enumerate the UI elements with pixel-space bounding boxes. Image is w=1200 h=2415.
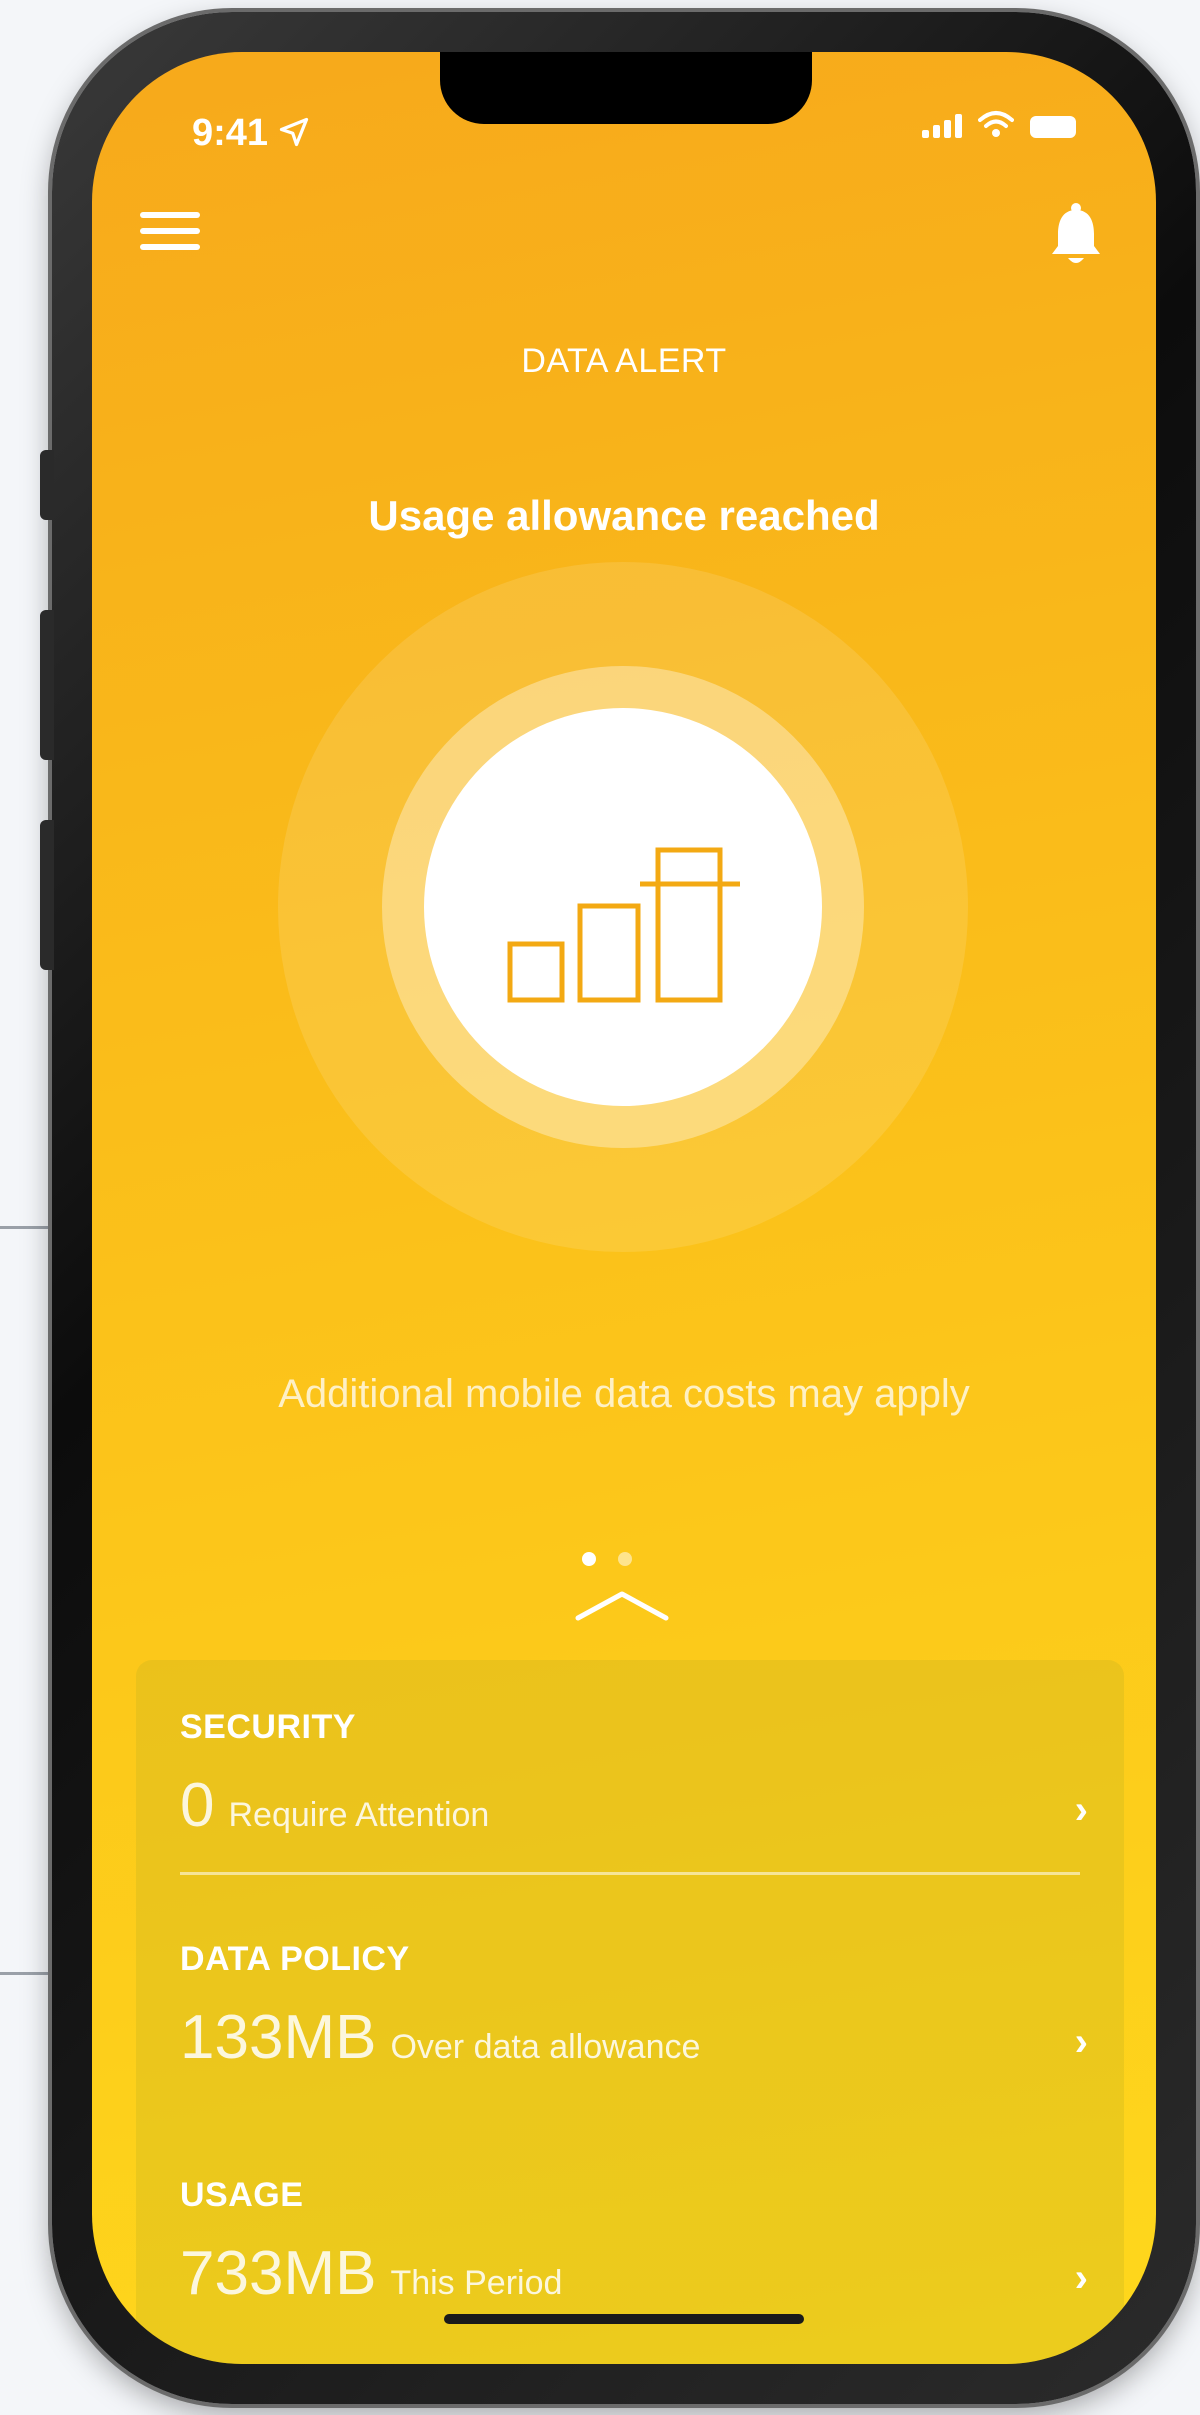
status-icons — [922, 110, 1076, 138]
row-value: 733MB — [180, 2239, 377, 2308]
notch — [440, 52, 812, 124]
bell-icon[interactable] — [1048, 202, 1104, 268]
panel-row-security[interactable]: SECURITY 0 Require Attention › — [180, 1708, 1088, 1918]
battery-icon — [1030, 116, 1076, 138]
app-screen: 9:41 DATA ALERT Usage allowance reached … — [92, 52, 1156, 2364]
page-dot[interactable] — [618, 1552, 632, 1566]
chevron-right-icon[interactable]: › — [1075, 2256, 1088, 2301]
status-time: 9:41 — [192, 112, 309, 155]
row-description: Require Attention — [228, 1796, 490, 1834]
bar-chart-icon — [507, 847, 740, 1003]
side-button-silent — [40, 450, 54, 520]
row-label: USAGE — [180, 2176, 304, 2214]
wifi-icon — [978, 111, 1014, 137]
summary-panel: SECURITY 0 Require Attention › DATA POLI… — [136, 1660, 1124, 2364]
chevron-right-icon[interactable]: › — [1075, 2020, 1088, 2065]
alert-heading: Usage allowance reached — [368, 492, 880, 539]
panel-row-data-policy[interactable]: DATA POLICY 133MB Over data allowance › — [180, 1940, 1088, 2150]
row-value: 133MB — [180, 2003, 377, 2072]
side-button-volume-down — [40, 820, 54, 970]
status-time-text: 9:41 — [192, 112, 269, 154]
row-label: SECURITY — [180, 1708, 356, 1746]
page-title: DATA ALERT — [521, 342, 727, 380]
alert-footnote: Additional mobile data costs may apply — [278, 1372, 970, 1416]
row-description: This Period — [390, 2264, 563, 2302]
panel-row-usage[interactable]: USAGE 733MB This Period › — [180, 2176, 1088, 2364]
home-indicator[interactable] — [444, 2314, 804, 2324]
chevron-right-icon[interactable]: › — [1075, 1788, 1088, 1833]
page-dot-active[interactable] — [582, 1552, 596, 1566]
hamburger-menu-icon[interactable] — [140, 212, 200, 262]
signal-icon — [922, 114, 962, 138]
row-divider — [180, 1872, 1080, 1875]
row-label: DATA POLICY — [180, 1940, 410, 1978]
row-value-line: 133MB Over data allowance — [180, 2002, 700, 2073]
row-value: 0 — [180, 1771, 215, 1840]
side-button-volume-up — [40, 610, 54, 760]
row-value-line: 733MB This Period — [180, 2238, 562, 2309]
row-description: Over data allowance — [390, 2028, 701, 2066]
location-arrow-icon — [279, 117, 308, 147]
page-indicator[interactable] — [582, 1552, 632, 1566]
row-value-line: 0 Require Attention — [180, 1770, 489, 1841]
chevron-up-icon[interactable] — [572, 1588, 672, 1624]
